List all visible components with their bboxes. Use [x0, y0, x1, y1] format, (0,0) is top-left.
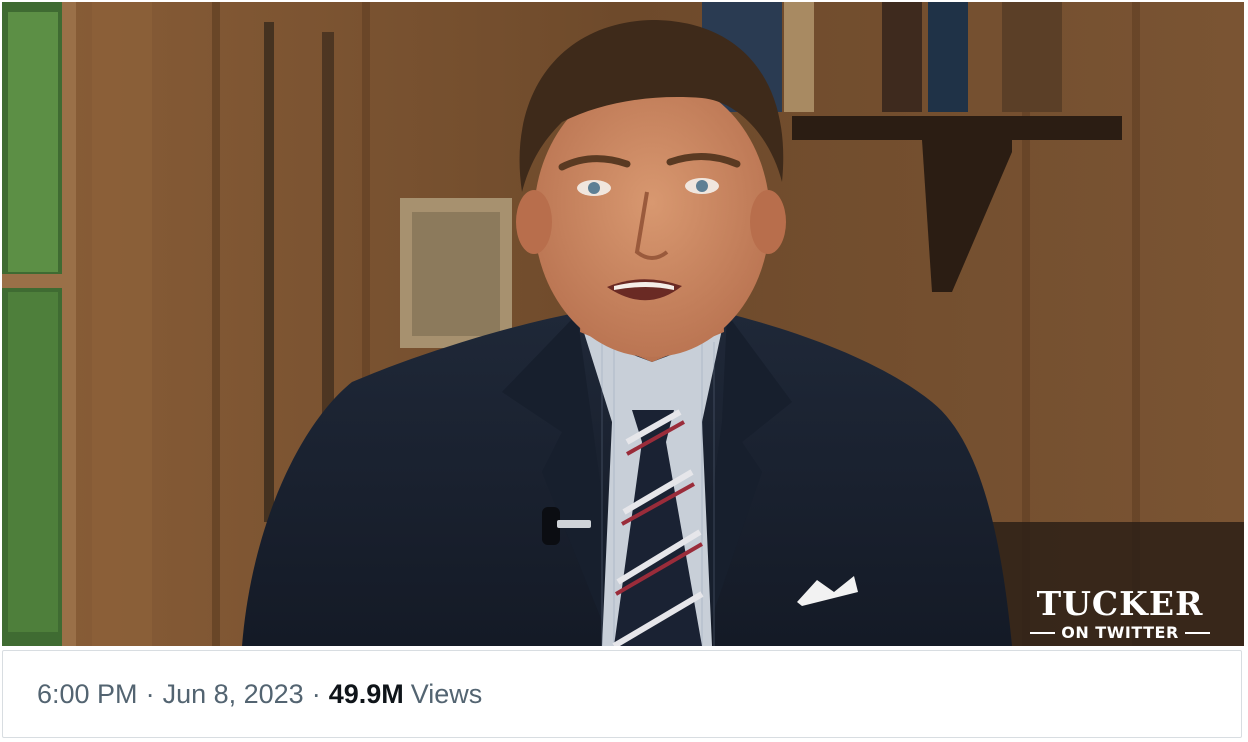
video-player[interactable]: TUCKER ON TWITTER	[2, 2, 1244, 646]
video-frame	[2, 2, 1244, 646]
separator: ·	[311, 678, 321, 709]
views-label[interactable]: Views	[411, 679, 483, 710]
watermark-subtitle-row: ON TWITTER	[1030, 624, 1210, 642]
watermark-title: TUCKER	[1036, 584, 1204, 623]
watermark-subtitle: ON TWITTER	[1061, 623, 1179, 642]
post-metadata: 6:00 PM · Jun 8, 2023 · 49.9M Views	[2, 650, 1242, 738]
separator: ·	[145, 678, 155, 709]
watermark-rule-left	[1030, 632, 1056, 634]
post-date[interactable]: Jun 8, 2023	[163, 679, 304, 710]
post-time[interactable]: 6:00 PM	[37, 679, 138, 710]
views-count[interactable]: 49.9M	[329, 679, 404, 710]
watermark-rule-right	[1184, 632, 1210, 634]
channel-watermark: TUCKER ON TWITTER	[1030, 586, 1210, 642]
